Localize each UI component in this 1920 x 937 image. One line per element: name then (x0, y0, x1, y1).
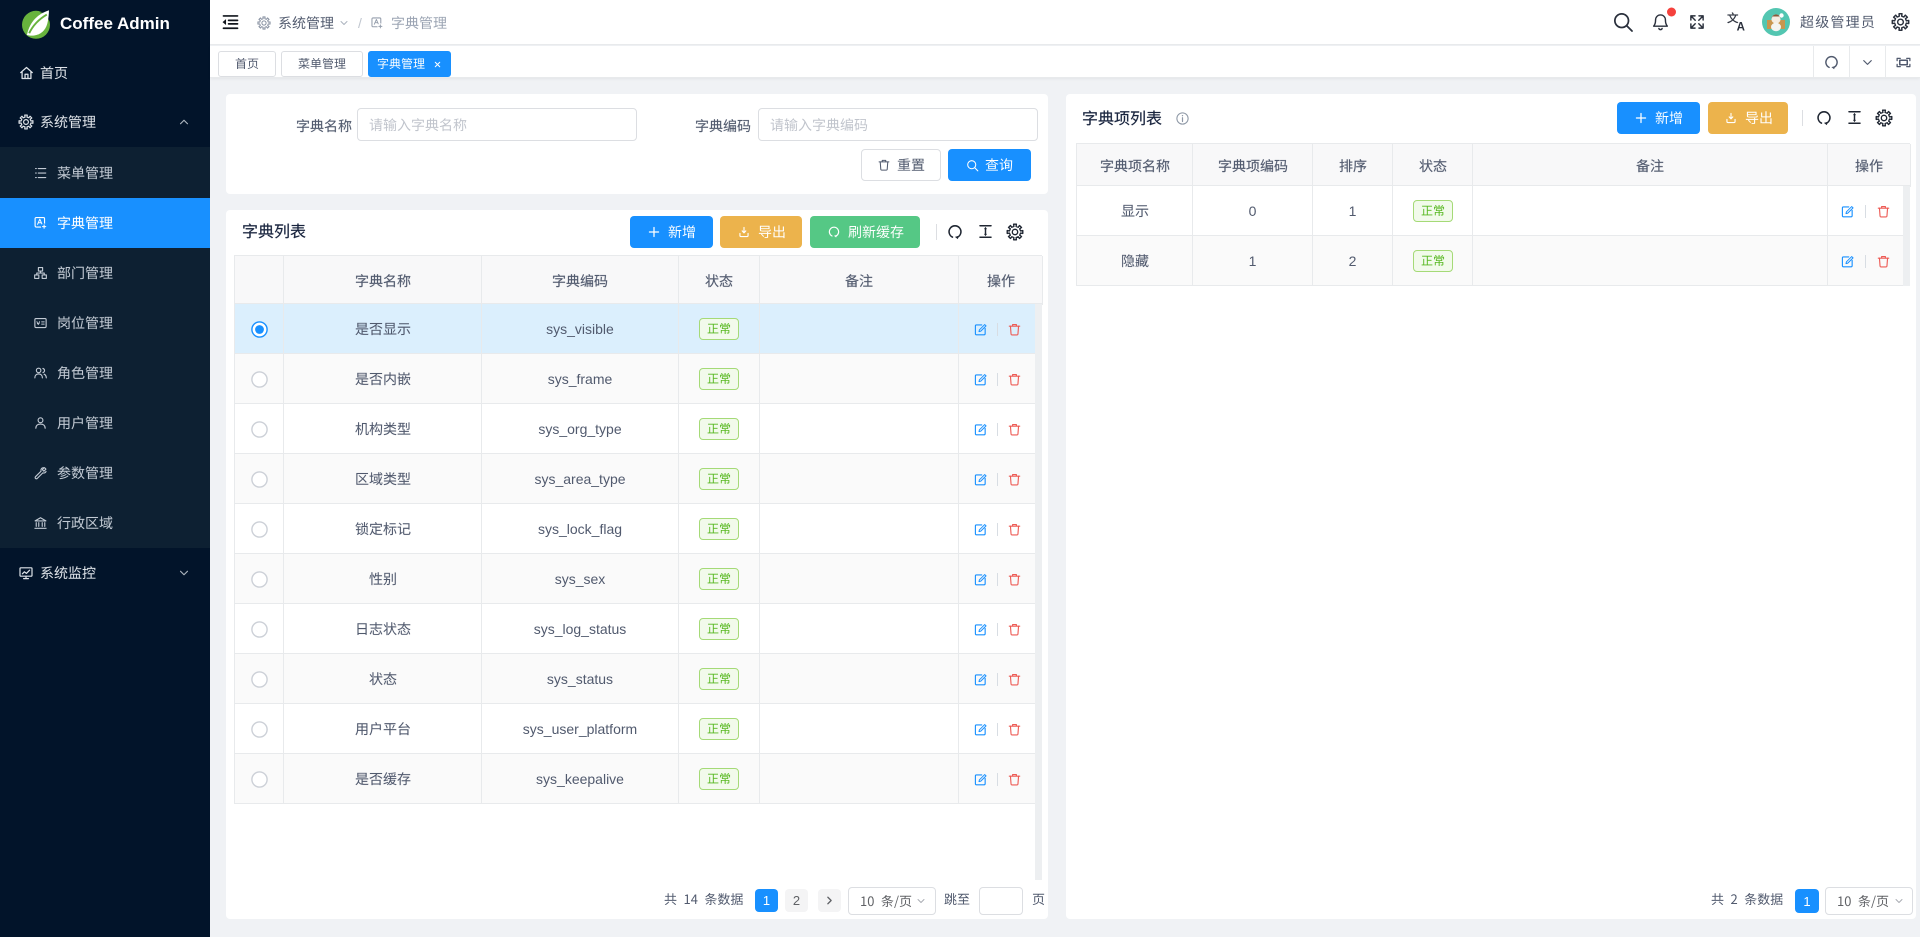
svg-text:A: A (1737, 21, 1745, 32)
